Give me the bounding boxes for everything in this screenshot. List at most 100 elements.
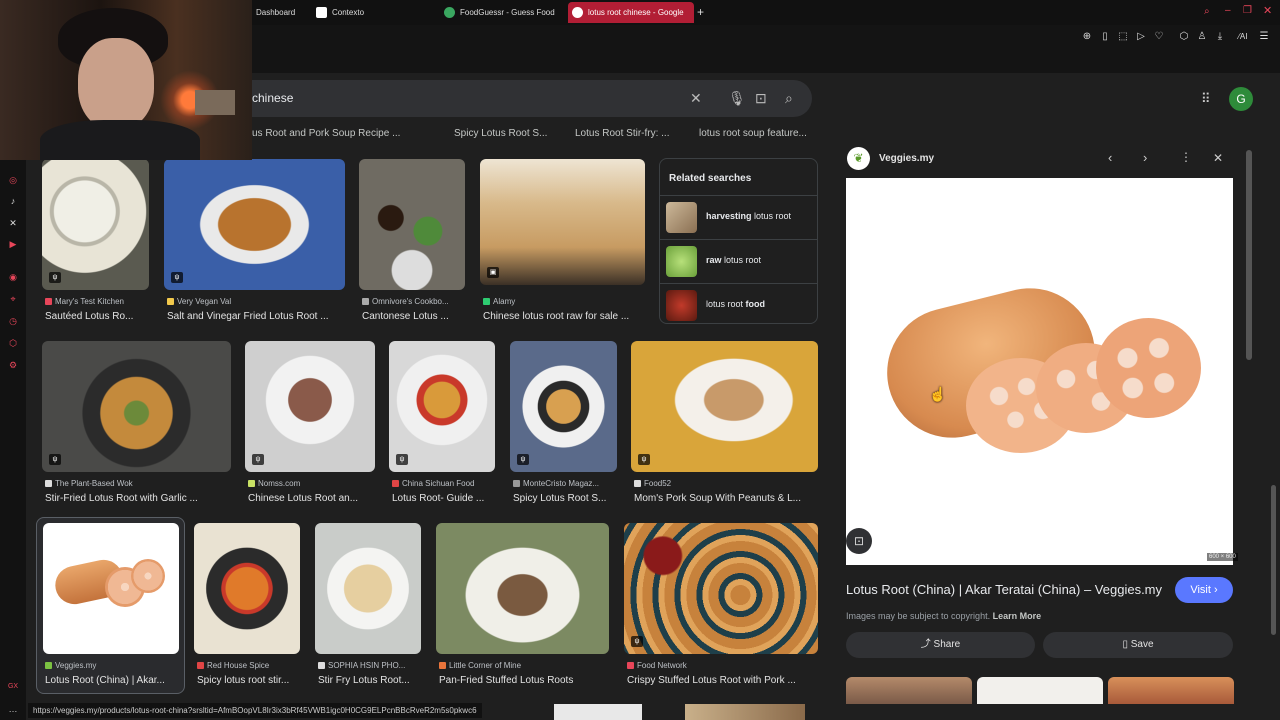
result-title-11[interactable]: Spicy lotus root stir... bbox=[197, 675, 301, 686]
related-thumb bbox=[666, 202, 697, 233]
visit-label: Visit bbox=[1190, 584, 1211, 596]
gx-icon[interactable]: GX bbox=[7, 681, 19, 693]
result-source-3: Omnivore's Cookbo... bbox=[362, 297, 466, 306]
result-image-14[interactable]: ψ bbox=[624, 523, 818, 654]
new-tab-plus-icon[interactable]: + bbox=[697, 5, 709, 19]
share-button[interactable]: ⤴ Share bbox=[846, 632, 1035, 658]
result-image-3[interactable] bbox=[359, 159, 465, 290]
youtube-icon[interactable]: ▶ bbox=[7, 238, 19, 250]
result-title-3[interactable]: Cantonese Lotus ... bbox=[362, 311, 466, 322]
preview-title[interactable]: Lotus Root (China) | Akar Teratai (China… bbox=[846, 582, 1162, 597]
result-image-11[interactable] bbox=[194, 523, 300, 654]
visit-button[interactable]: Visit › bbox=[1175, 577, 1233, 603]
extensions-side-icon[interactable]: ⬡ bbox=[7, 337, 19, 349]
close-window-icon[interactable]: ✕ bbox=[1263, 4, 1272, 17]
lens-search-icon[interactable]: ⊡ bbox=[846, 528, 872, 554]
search-icon[interactable]: ⌕ bbox=[785, 90, 793, 107]
tab-contexto[interactable]: Contexto bbox=[312, 2, 436, 23]
chip-3[interactable]: Lotus Root Stir-fry: ... bbox=[575, 128, 669, 139]
tab-foodguessr[interactable]: FoodGuessr - Guess Food bbox=[440, 2, 562, 23]
play-icon[interactable]: ▷ bbox=[1135, 31, 1147, 43]
result-image-6[interactable]: ψ bbox=[245, 341, 375, 472]
result-title-13[interactable]: Pan-Fried Stuffed Lotus Roots bbox=[439, 675, 609, 686]
learn-more-link[interactable]: Learn More bbox=[993, 611, 1042, 621]
bookmark-icon[interactable]: ▯ bbox=[1099, 31, 1111, 43]
preview-site-name[interactable]: Veggies.my bbox=[879, 153, 934, 164]
zoom-icon[interactable]: ⊕ bbox=[1081, 31, 1093, 43]
pin-icon[interactable]: ⌖ bbox=[7, 293, 19, 305]
x-icon[interactable]: ✕ bbox=[7, 217, 19, 229]
tab-label: Contexto bbox=[332, 8, 365, 17]
result-title-2[interactable]: Salt and Vinegar Fried Lotus Root ... bbox=[167, 311, 345, 322]
chip-4[interactable]: lotus root soup feature... bbox=[699, 128, 807, 139]
more-icon[interactable]: … bbox=[7, 703, 19, 715]
preview-image[interactable] bbox=[846, 178, 1233, 565]
heart-icon[interactable]: ♡ bbox=[1153, 31, 1165, 43]
result-title-14[interactable]: Crispy Stuffed Lotus Root with Pork ... bbox=[627, 675, 817, 686]
profile-icon[interactable]: ♙ bbox=[1196, 31, 1208, 43]
result-image-5[interactable]: ψ bbox=[42, 341, 231, 472]
related-item-food[interactable]: lotus root food bbox=[660, 283, 817, 325]
screenshot-icon[interactable]: ⬚ bbox=[1117, 31, 1129, 43]
page-scrollbar[interactable] bbox=[1271, 485, 1276, 635]
result-title-10[interactable]: Lotus Root (China) | Akar... bbox=[45, 675, 179, 686]
player-icon[interactable]: ◉ bbox=[7, 271, 19, 283]
close-preview-icon[interactable]: ✕ bbox=[1213, 151, 1223, 165]
download-icon[interactable]: ⤓ bbox=[1214, 31, 1226, 43]
result-image-7[interactable]: ψ bbox=[389, 341, 495, 472]
preview-scrollbar[interactable] bbox=[1246, 150, 1252, 360]
extensions-icon[interactable]: ⬡ bbox=[1178, 31, 1190, 43]
tab-google-search[interactable]: lotus root chinese - Google bbox=[568, 2, 694, 23]
result-image-4[interactable]: ▣ bbox=[480, 159, 645, 285]
more-options-icon[interactable]: ⋮ bbox=[1180, 150, 1192, 164]
result-image-12[interactable] bbox=[315, 523, 421, 654]
result-image-9[interactable]: ψ bbox=[631, 341, 818, 472]
result-image-2[interactable]: ψ bbox=[164, 159, 345, 290]
search-tabs-icon[interactable]: ⌕ bbox=[1204, 6, 1210, 17]
ai-icon[interactable]: ⁄AI bbox=[1234, 31, 1252, 43]
related-searches-panel: Related searches harvesting lotus root r… bbox=[659, 158, 818, 324]
related-preview-2[interactable] bbox=[977, 677, 1103, 704]
related-preview-1[interactable] bbox=[846, 677, 972, 704]
tiktok-icon[interactable]: ♪ bbox=[7, 195, 19, 207]
history-icon[interactable]: ◷ bbox=[7, 315, 19, 327]
result-image-13[interactable] bbox=[436, 523, 609, 654]
settings-icon[interactable]: ⚙ bbox=[7, 359, 19, 371]
avatar[interactable]: G bbox=[1229, 87, 1253, 111]
result-image-10[interactable] bbox=[43, 523, 179, 654]
restore-icon[interactable]: ❐ bbox=[1243, 5, 1252, 16]
instagram-icon[interactable]: ◎ bbox=[7, 174, 19, 186]
result-title-5[interactable]: Stir-Fried Lotus Root with Garlic ... bbox=[45, 493, 232, 504]
clear-icon[interactable]: ✕ bbox=[690, 90, 702, 107]
result-image-8[interactable]: ψ bbox=[510, 341, 617, 472]
copyright-notice: Images may be subject to copyright. Lear… bbox=[846, 611, 1042, 621]
next-chevron-icon[interactable]: › bbox=[1143, 150, 1147, 165]
lens-icon[interactable]: ⊡ bbox=[755, 90, 767, 107]
related-preview-3[interactable] bbox=[1108, 677, 1234, 704]
chip-2[interactable]: Spicy Lotus Root S... bbox=[454, 128, 547, 139]
result-image-15[interactable] bbox=[554, 704, 642, 720]
menu-icon[interactable]: ☰ bbox=[1258, 31, 1270, 43]
save-button[interactable]: ▯ Save bbox=[1043, 632, 1233, 658]
related-item-raw[interactable]: raw lotus root bbox=[660, 239, 817, 281]
previous-chevron-icon[interactable]: ‹ bbox=[1108, 150, 1112, 165]
result-title-7[interactable]: Lotus Root- Guide ... bbox=[392, 493, 497, 504]
related-item-harvesting[interactable]: harvesting lotus root bbox=[660, 195, 817, 237]
result-source-12: SOPHIA HSIN PHO... bbox=[318, 661, 421, 670]
result-title-1[interactable]: Sautéed Lotus Ro... bbox=[45, 311, 153, 322]
search-input[interactable]: chinese bbox=[252, 91, 293, 105]
search-bar[interactable]: chinese ✕ 🎙 ⊡ ⌕ bbox=[200, 80, 812, 117]
shirt-shape bbox=[40, 120, 200, 160]
chip-1[interactable]: us Root and Pork Soup Recipe ... bbox=[252, 128, 400, 139]
microphone-icon[interactable]: 🎙 bbox=[728, 90, 746, 107]
result-title-9[interactable]: Mom's Pork Soup With Peanuts & L... bbox=[634, 493, 819, 504]
result-title-8[interactable]: Spicy Lotus Root S... bbox=[513, 493, 618, 504]
result-title-6[interactable]: Chinese Lotus Root an... bbox=[248, 493, 376, 504]
minimize-icon[interactable]: – bbox=[1225, 5, 1231, 16]
result-image-1[interactable]: ψ bbox=[42, 159, 149, 290]
google-apps-icon[interactable]: ⠿ bbox=[1201, 91, 1211, 107]
result-title-12[interactable]: Stir Fry Lotus Root... bbox=[318, 675, 421, 686]
result-image-16[interactable] bbox=[685, 704, 805, 720]
result-title-4[interactable]: Chinese lotus root raw for sale ... bbox=[483, 311, 643, 322]
bookmark-save-icon: ▯ bbox=[1122, 639, 1128, 650]
